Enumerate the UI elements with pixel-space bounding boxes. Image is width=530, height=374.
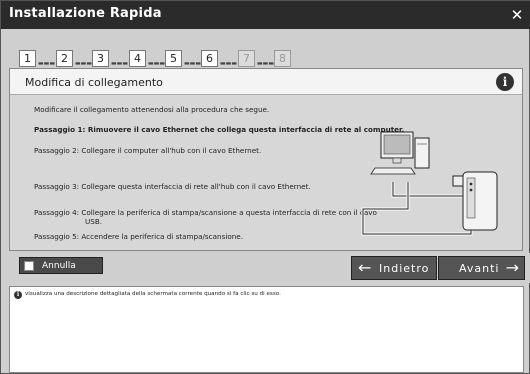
step1-text: Passaggio 1: Rimuovere il cavo Ethernet … bbox=[34, 125, 405, 134]
monitor-stand bbox=[392, 157, 402, 164]
monitor-screen bbox=[383, 134, 411, 155]
button-bar: Annulla ← Indietro Avanti → bbox=[1, 253, 530, 283]
next-button[interactable]: Avanti → bbox=[438, 256, 525, 280]
setup-window: Installazione Rapida ✕ 1 ▬▬▬ 2 ▬▬▬ 3 ▬▬▬… bbox=[0, 0, 530, 374]
description-text: visualizza una descrizione dettagliata d… bbox=[25, 291, 281, 297]
step-number: 1 bbox=[19, 50, 36, 67]
step-dots: ▬▬▬ bbox=[148, 60, 166, 67]
panel-header: Modifica di collegamento i bbox=[10, 69, 522, 95]
instruction-panel: Modifica di collegamento i Modificare il… bbox=[9, 68, 523, 251]
close-icon[interactable]: ✕ bbox=[507, 5, 527, 25]
step2-text: Passaggio 2: Collegare il computer all'h… bbox=[34, 146, 262, 155]
step-dots: ▬▬▬ bbox=[75, 60, 93, 67]
next-label: Avanti bbox=[459, 262, 500, 275]
window-title: Installazione Rapida bbox=[9, 6, 162, 21]
step-number: 2 bbox=[56, 50, 73, 67]
intro-text: Modificare il collegamento attenendosi a… bbox=[34, 105, 270, 114]
cancel-button[interactable]: Annulla bbox=[19, 257, 103, 274]
panel-title: Modifica di collegamento bbox=[25, 76, 163, 89]
cancel-checkbox-icon bbox=[24, 261, 34, 271]
info-icon[interactable]: i bbox=[496, 73, 514, 91]
step4-text-cont: USB. bbox=[85, 217, 103, 226]
step-number: 7 bbox=[238, 50, 255, 67]
step-number: 5 bbox=[165, 50, 182, 67]
arrow-left-icon: ← bbox=[358, 258, 372, 277]
step4-text: Passaggio 4: Collegare la periferica di … bbox=[34, 208, 377, 217]
step-number: 3 bbox=[92, 50, 109, 67]
step-dots: ▬▬▬ bbox=[111, 60, 129, 67]
step-number: 6 bbox=[201, 50, 218, 67]
step-number: 8 bbox=[274, 50, 291, 67]
description-area: i visualizza una descrizione dettagliata… bbox=[9, 286, 524, 373]
arrow-right-icon: → bbox=[505, 258, 519, 277]
step-dots: ▬▬▬ bbox=[184, 60, 202, 67]
cable-hub-printer bbox=[361, 182, 473, 236]
network-diagram-illustration bbox=[361, 131, 498, 236]
back-label: Indietro bbox=[379, 262, 430, 275]
info-icon: i bbox=[14, 291, 22, 299]
step3-text: Passaggio 3: Collegare questa interfacci… bbox=[34, 182, 311, 191]
back-button[interactable]: ← Indietro bbox=[351, 256, 437, 280]
step-dots: ▬▬▬ bbox=[38, 60, 56, 67]
title-bar: Installazione Rapida ✕ bbox=[1, 1, 530, 29]
step-dots: ▬▬▬ bbox=[257, 60, 275, 67]
step-number: 4 bbox=[129, 50, 146, 67]
pc-tower bbox=[414, 137, 430, 169]
step5-text: Passaggio 5: Accendere la periferica di … bbox=[34, 232, 243, 241]
cancel-label: Annulla bbox=[42, 261, 76, 271]
keyboard bbox=[370, 167, 416, 175]
step-dots: ▬▬▬ bbox=[220, 60, 238, 67]
